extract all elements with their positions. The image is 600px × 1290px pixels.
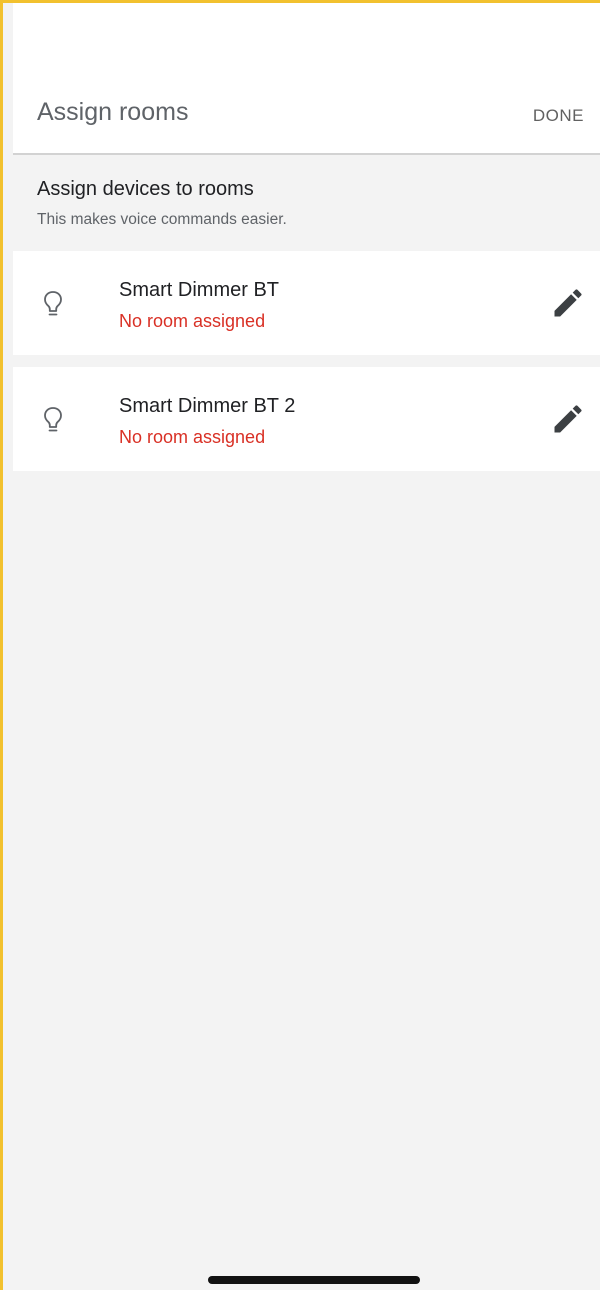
page-title: Assign rooms [37, 98, 189, 126]
done-button[interactable]: DONE [533, 106, 584, 126]
edit-pencil-icon[interactable] [550, 285, 586, 321]
home-indicator[interactable] [208, 1276, 420, 1284]
lightbulb-icon [44, 291, 62, 316]
device-name: Smart Dimmer BT 2 [119, 395, 296, 417]
device-row[interactable]: Smart Dimmer BT No room assigned [13, 251, 600, 355]
section-subtitle: This makes voice commands easier. [37, 211, 287, 228]
device-list: Smart Dimmer BT No room assigned Smart D… [13, 251, 600, 483]
device-room-status: No room assigned [119, 427, 266, 447]
app-frame: Assign rooms DONE Assign devices to room… [0, 0, 600, 1290]
device-room-status: No room assigned [119, 311, 266, 331]
section-title: Assign devices to rooms [37, 178, 254, 200]
top-app-bar: Assign rooms DONE [13, 3, 600, 155]
device-name: Smart Dimmer BT [119, 279, 279, 301]
device-row[interactable]: Smart Dimmer BT 2 No room assigned [13, 367, 600, 471]
lightbulb-icon [44, 407, 62, 432]
edit-pencil-icon[interactable] [550, 401, 586, 437]
section-header: Assign devices to rooms This makes voice… [13, 155, 600, 251]
